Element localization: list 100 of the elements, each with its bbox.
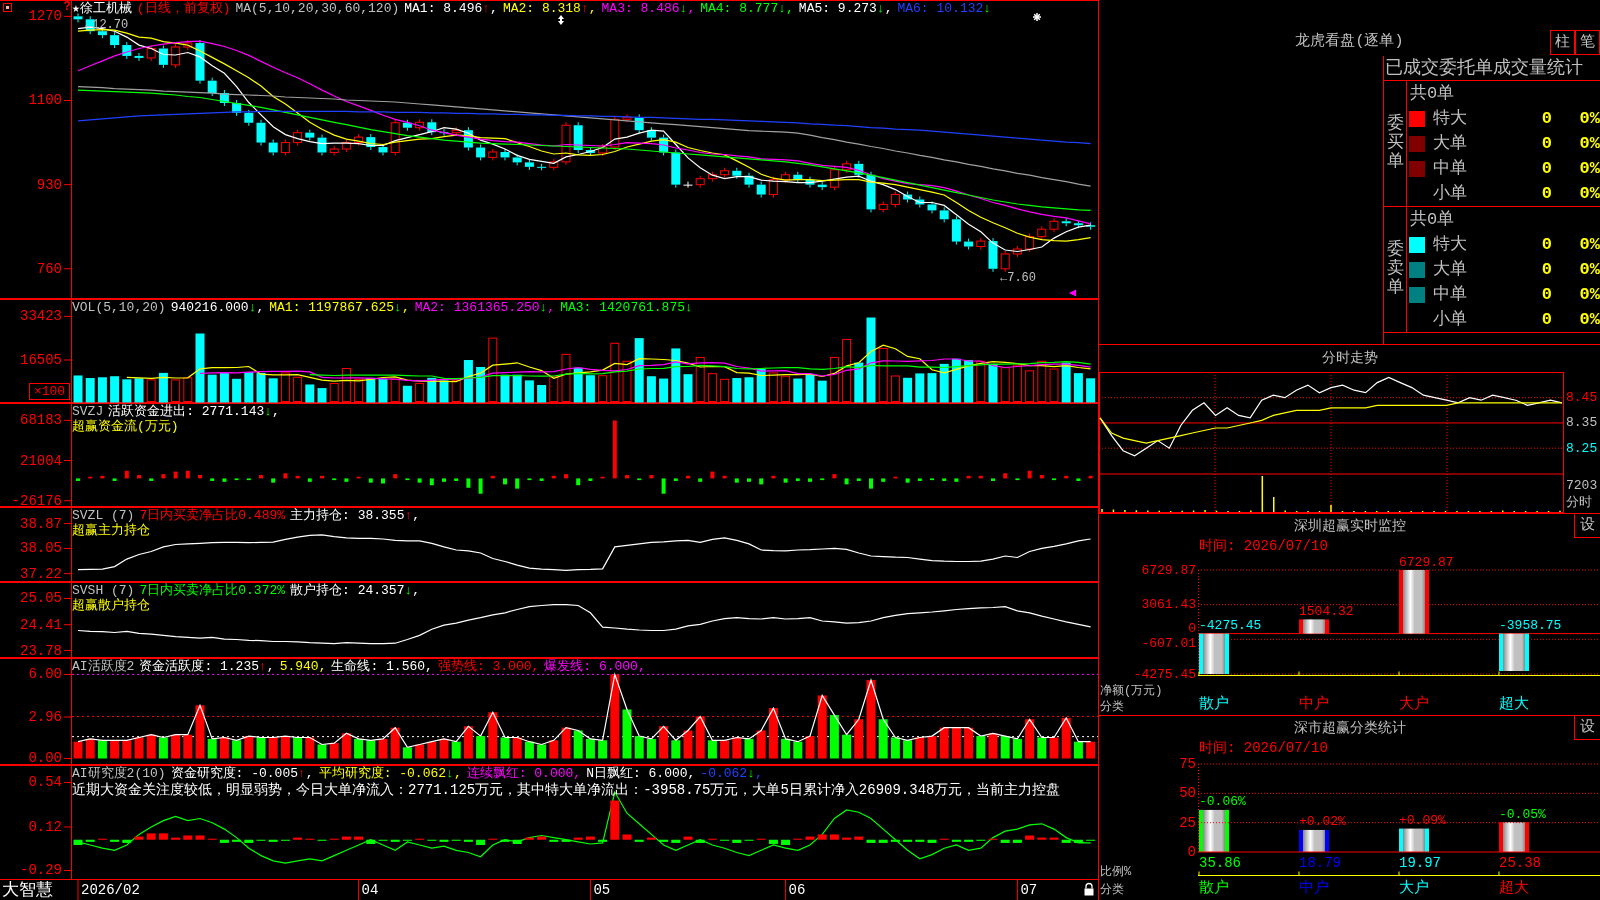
settings-button[interactable]: 设	[1574, 514, 1600, 538]
bar	[146, 833, 156, 840]
bar	[500, 374, 510, 403]
axis-label: 16505	[20, 352, 62, 368]
bar	[537, 744, 547, 759]
bar	[293, 837, 303, 840]
bar	[1037, 737, 1047, 759]
indicator-reading: 强势线: 3.000,	[437, 659, 540, 674]
indicator-reading: MA1: 1197867.625↓,	[269, 300, 410, 315]
bar	[122, 839, 132, 843]
indicator-reading: 940216.000↓,	[170, 300, 265, 315]
bar	[185, 470, 190, 479]
axis-label: 6.00	[28, 666, 62, 683]
bar	[478, 478, 483, 494]
bar	[1061, 362, 1071, 403]
bar	[244, 839, 254, 843]
order-type-label: 中单	[1433, 284, 1468, 306]
indicator-reading: (日线，前复权)	[136, 1, 231, 16]
bar	[122, 379, 132, 403]
bar	[268, 378, 278, 403]
bar	[524, 741, 534, 759]
bar	[232, 740, 242, 759]
bar	[317, 388, 327, 403]
bar	[671, 839, 681, 843]
axis-label: 0.00	[28, 750, 62, 765]
axis-label: 37.22	[20, 565, 62, 582]
bar	[954, 478, 959, 482]
bar	[795, 478, 800, 481]
indicator-reading: 主力持仓: 38.355↑,	[290, 508, 421, 523]
bar	[878, 839, 888, 843]
axis-label: 2.96	[28, 709, 62, 726]
axis-title: 净额(万元)	[1100, 683, 1163, 698]
settings-button[interactable]: 设	[1574, 716, 1600, 740]
view-button[interactable]: 笔	[1575, 29, 1600, 55]
order-percent: 0%	[1579, 284, 1600, 306]
bar	[85, 839, 95, 842]
bar	[683, 730, 693, 759]
bar	[134, 737, 144, 759]
indicator-reading: 资金研究度: -0.005↑,	[170, 766, 314, 781]
category-label: 大户	[1399, 695, 1429, 713]
bar	[756, 369, 766, 403]
help-icon[interactable]: ?	[63, 0, 71, 14]
bar	[402, 385, 412, 403]
value-label: 6729.87	[1399, 554, 1454, 570]
indicator-reading: 生命线: 1.560,	[331, 659, 433, 674]
bar	[612, 420, 617, 479]
bar	[903, 740, 913, 759]
bar	[158, 372, 168, 403]
bar	[610, 800, 620, 840]
axis-title: 分类	[1100, 883, 1124, 897]
bar	[195, 333, 205, 403]
bar	[939, 727, 949, 759]
bar	[964, 839, 974, 842]
bar	[671, 740, 681, 759]
bar	[915, 373, 925, 403]
panel-title: 深圳超赢实时监控	[1293, 517, 1406, 535]
bar	[439, 738, 449, 759]
bar	[842, 734, 852, 759]
bar	[1061, 839, 1071, 843]
bar	[781, 839, 791, 846]
bar	[659, 378, 669, 403]
value-label: 1504.32	[1299, 603, 1354, 619]
bar	[244, 736, 254, 759]
panel-title: 深市超赢分类统计	[1293, 719, 1406, 737]
category-label: 超大	[1499, 695, 1529, 713]
bar	[344, 478, 349, 482]
bar	[634, 338, 644, 403]
change-label: -0.05%	[1499, 806, 1546, 822]
bar	[1000, 736, 1010, 759]
order-percent: 0%	[1579, 234, 1600, 256]
order-percent: 0%	[1579, 133, 1600, 155]
bar	[390, 839, 400, 842]
bar	[515, 478, 520, 489]
order-count: 0	[1541, 259, 1552, 281]
indicator-reading: SVZL (7)	[72, 508, 135, 523]
bar	[354, 738, 364, 759]
axis-label: 38.05	[20, 540, 62, 557]
order-total: 共0单	[1410, 210, 1455, 229]
bar	[866, 317, 876, 403]
bar	[756, 730, 766, 759]
bar	[759, 478, 764, 485]
bar	[537, 384, 547, 403]
order-count: 0	[1541, 183, 1552, 205]
bar	[539, 478, 544, 481]
bar	[366, 377, 376, 403]
bar	[588, 478, 593, 481]
bar	[646, 376, 656, 403]
bar	[1025, 719, 1035, 759]
axis-title: 比例%	[1100, 865, 1132, 879]
bar	[368, 478, 373, 483]
indicator-reading: AI研究度2(10)	[72, 766, 166, 781]
view-button[interactable]: 柱	[1550, 29, 1575, 55]
axis-label: 8.45	[1566, 390, 1598, 406]
axis-label: 24.41	[20, 616, 62, 633]
bar	[329, 743, 339, 759]
bar	[110, 740, 120, 759]
timestamp: 时间: 2026/07/10	[1199, 740, 1328, 756]
bar	[268, 839, 278, 842]
bar	[976, 736, 986, 759]
date-label: 06	[788, 882, 806, 898]
